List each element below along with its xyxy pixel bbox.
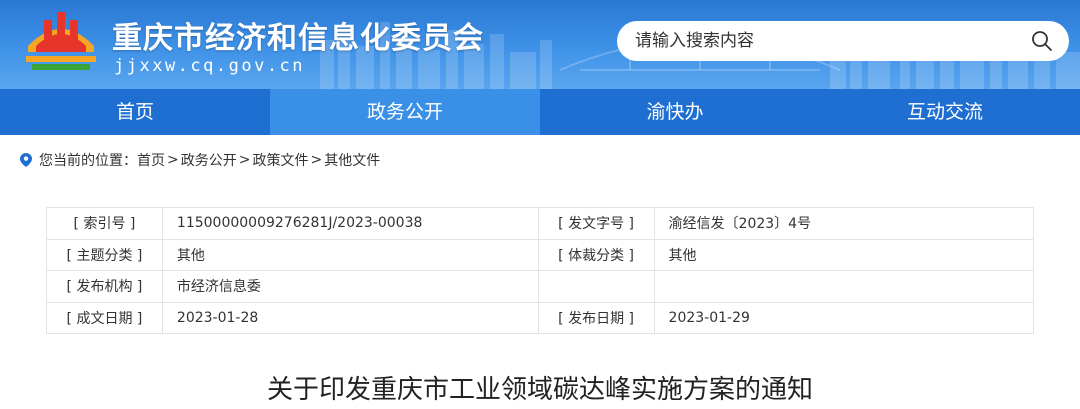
nav-item-interaction[interactable]: 互动交流 — [810, 89, 1080, 135]
table-row: [ 成文日期 ] 2023-01-28 [ 发布日期 ] 2023-01-29 — [46, 301, 1035, 334]
info-label: [ 索引号 ] — [46, 207, 163, 240]
site-header: 重庆市经济和信息化委员会 jjxxw.cq.gov.cn — [0, 0, 1080, 89]
breadcrumb-separator: > — [310, 152, 323, 168]
info-label: [ 发布机构 ] — [46, 270, 163, 303]
nav-item-government-affairs[interactable]: 政务公开 — [270, 89, 540, 135]
nav-item-home[interactable]: 首页 — [0, 89, 270, 135]
info-label: [ 发文字号 ] — [537, 207, 655, 240]
info-value: 11500000009276281J/2023-00038 — [161, 207, 539, 240]
site-title[interactable]: 重庆市经济和信息化委员会 — [112, 13, 484, 57]
breadcrumb-government-affairs[interactable]: 政务公开 — [181, 150, 237, 170]
table-row: [ 发布机构 ] 市经济信息委 — [46, 270, 1035, 303]
info-value: 其他 — [161, 238, 539, 271]
document-title: 关于印发重庆市工业领域碳达峰实施方案的通知 — [266, 375, 813, 405]
main-nav: 首页 政务公开 渝快办 互动交流 — [0, 89, 1080, 135]
table-row: [ 索引号 ] 11500000009276281J/2023-00038 [ … — [46, 207, 1035, 240]
info-label: [ 成文日期 ] — [46, 301, 163, 334]
info-value: 2023-01-29 — [653, 301, 1035, 334]
info-value: 其他 — [653, 238, 1035, 271]
search-input[interactable] — [635, 31, 1031, 51]
search-box — [617, 21, 1069, 61]
nav-item-yukuaiban[interactable]: 渝快办 — [540, 89, 810, 135]
info-value — [653, 270, 1035, 303]
breadcrumb-separator: > — [167, 152, 179, 168]
table-row: [ 主题分类 ] 其他 [ 体裁分类 ] 其他 — [46, 238, 1035, 271]
site-domain: jjxxw.cq.gov.cn — [114, 56, 306, 76]
info-value: 市经济信息委 — [161, 270, 539, 303]
breadcrumb-home[interactable]: 首页 — [137, 150, 165, 170]
search-icon[interactable] — [1031, 30, 1053, 52]
breadcrumb-prefix: 您当前的位置： — [39, 153, 137, 169]
info-label: [ 主题分类 ] — [46, 238, 163, 271]
location-pin-icon — [20, 153, 32, 167]
info-value: 渝经信发〔2023〕4号 — [653, 207, 1035, 240]
document-info-table: [ 索引号 ] 11500000009276281J/2023-00038 [ … — [46, 207, 1035, 334]
info-label: [ 体裁分类 ] — [537, 238, 655, 271]
info-label: [ 发布日期 ] — [537, 301, 655, 334]
info-value: 2023-01-28 — [161, 301, 539, 334]
breadcrumb-separator: > — [238, 152, 251, 168]
breadcrumb: 您当前的位置： 首页 > 政务公开 > 政策文件 > 其他文件 — [20, 150, 380, 170]
site-logo-icon — [26, 12, 96, 70]
breadcrumb-policy-documents[interactable]: 政策文件 — [252, 150, 308, 170]
breadcrumb-other-documents[interactable]: 其他文件 — [324, 150, 380, 170]
info-label — [537, 270, 655, 303]
